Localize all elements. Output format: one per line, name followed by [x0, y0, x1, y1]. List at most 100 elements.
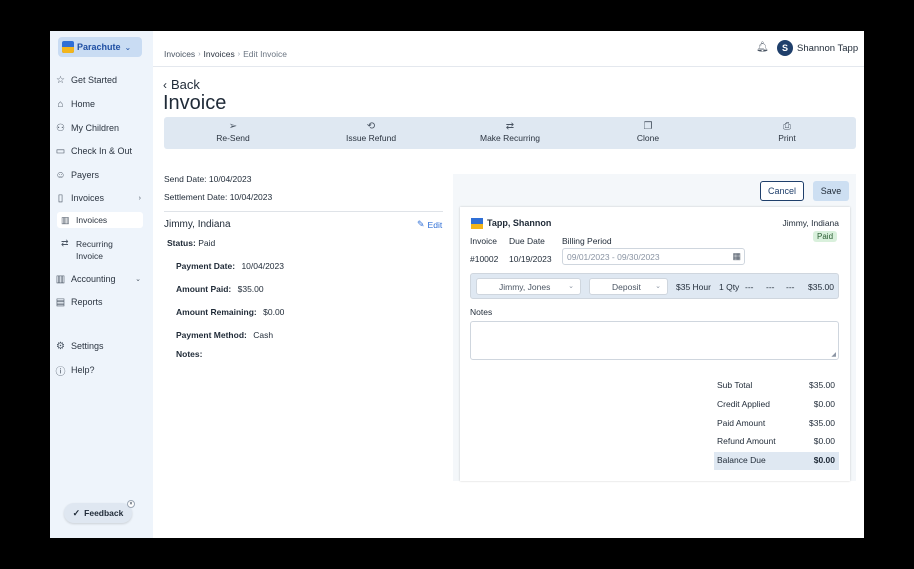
resend-button[interactable]: ➢ Re-Send [183, 120, 283, 146]
refund-icon: ⟲ [366, 121, 376, 132]
amount-paid-value: $35.00 [237, 284, 264, 294]
issue-refund-button[interactable]: ⟲ Issue Refund [321, 120, 421, 146]
clone-icon: ❐ [643, 121, 653, 132]
subtotal-value: $35.00 [809, 380, 835, 390]
breadcrumb-invoices-list[interactable]: Invoices [204, 49, 235, 59]
top-bar: Invoices › Invoices › Edit Invoice 🔔︎ S … [153, 31, 864, 67]
notes-label: Notes: [176, 349, 203, 359]
page-title: Invoice [163, 92, 227, 114]
notes-textarea[interactable]: ◢ [470, 321, 839, 360]
notes-label: Notes [470, 307, 493, 317]
status-value: Paid [198, 238, 216, 248]
chevron-down-icon: ⌄ [655, 283, 661, 290]
edit-button[interactable]: ✎ Edit [417, 219, 442, 230]
save-button[interactable]: Save [813, 181, 849, 201]
sidebar-item-label: Payers [71, 170, 100, 180]
sidebar-item-label: Settings [71, 341, 104, 351]
settlement-date-row: Settlement Date: 10/04/2023 [164, 192, 272, 202]
sidebar-item-settings[interactable]: ⚙ Settings [55, 337, 147, 355]
payment-date-row: Payment Date: 10/04/2023 [176, 261, 284, 271]
user-menu[interactable]: S Shannon Tapp [777, 40, 858, 56]
feedback-label: Feedback [84, 508, 124, 518]
settlement-date-label: Settlement Date: [164, 192, 228, 202]
invoice-icon: ▯ [57, 192, 64, 204]
children-icon: ⚇ [56, 122, 65, 134]
send-date-row: Send Date: 10/04/2023 [164, 174, 251, 184]
back-button[interactable]: ‹ Back [163, 77, 200, 92]
payment-method-value: Cash [253, 330, 274, 340]
line-qty: 1 Qty [719, 282, 740, 292]
billing-period-input[interactable]: 09/01/2023 - 09/30/2023 ▦ [562, 248, 745, 265]
org-switcher[interactable]: Parachute ⌄ [58, 37, 142, 57]
line-blank-1: --- [745, 282, 754, 292]
payment-method-label: Payment Method: [176, 330, 247, 340]
brand-name: Parachute [77, 42, 121, 52]
credit-applied-label: Credit Applied [717, 399, 770, 409]
chart-icon: ▥ [61, 215, 70, 225]
company-name: Tapp, Shannon [487, 218, 552, 228]
paid-amount-value: $35.00 [809, 418, 835, 428]
item-type-select[interactable]: Deposit ⌄ [589, 278, 668, 295]
sidebar-item-accounting[interactable]: ▥ Accounting ⌄ [55, 270, 147, 288]
sidebar-item-payers[interactable]: ☺ Payers [55, 166, 147, 184]
sidebar-subitem-invoices[interactable]: ▥ Invoices [57, 212, 143, 228]
billing-period-placeholder: 09/01/2023 - 09/30/2023 [567, 252, 660, 262]
sidebar-item-get-started[interactable]: ☆ Get Started [55, 71, 147, 89]
amount-remaining-label: Amount Remaining: [176, 307, 257, 317]
cancel-button[interactable]: Cancel [760, 181, 804, 201]
subtotal-label: Sub Total [717, 380, 753, 390]
sidebar-item-check-in-out[interactable]: ▭ Check In & Out [55, 142, 147, 160]
report-icon: ▤ [55, 296, 66, 308]
chevron-down-icon: ⌄ [124, 42, 132, 52]
breadcrumb-invoices[interactable]: Invoices [164, 49, 195, 59]
billing-period-label: Billing Period [562, 236, 612, 246]
star-icon: ☆ [56, 74, 65, 86]
child-select[interactable]: Jimmy, Jones ⌄ [476, 278, 581, 295]
chevron-right-icon: › [138, 194, 141, 202]
breadcrumb: Invoices › Invoices › Edit Invoice [164, 49, 287, 59]
action-bar: ➢ Re-Send ⟲ Issue Refund ⇄ Make Recurrin… [164, 117, 856, 149]
sidebar-item-label: My Children [71, 123, 120, 133]
settlement-date-value: 10/04/2023 [229, 192, 273, 202]
user-icon: ☺ [55, 169, 66, 181]
line-amount: $35.00 [808, 282, 834, 292]
pencil-icon: ✎ [417, 219, 425, 229]
sidebar-item-label: Invoices [71, 193, 105, 203]
home-icon: ⌂ [57, 98, 64, 110]
action-label: Issue Refund [345, 133, 397, 143]
check-icon: ✓ [72, 507, 81, 518]
company-logo-icon [471, 218, 483, 229]
bar-chart-icon: ▥ [55, 273, 66, 285]
send-date-value: 10/04/2023 [208, 174, 252, 184]
line-blank-2: --- [766, 282, 775, 292]
print-button[interactable]: ⎙ Print [737, 120, 837, 146]
sidebar-item-reports[interactable]: ▤ Reports [55, 293, 147, 311]
refund-amount-label: Refund Amount [717, 436, 776, 446]
clone-button[interactable]: ❐ Clone [598, 120, 698, 146]
recurring-icon: ⇄ [505, 121, 515, 132]
bell-icon[interactable]: 🔔︎ [756, 42, 769, 53]
close-icon[interactable]: × [127, 500, 135, 508]
gear-icon: ⚙ [56, 340, 65, 352]
credit-applied-value: $0.00 [813, 399, 835, 409]
chevron-down-icon: ⌄ [135, 276, 141, 283]
sidebar-item-home[interactable]: ⌂ Home [55, 95, 147, 113]
status-row: Status: Paid [167, 238, 215, 248]
due-date-value[interactable]: 10/19/2023 [509, 254, 552, 264]
sidebar-item-help[interactable]: ⓘ Help? [55, 361, 147, 379]
resize-handle-icon[interactable]: ◢ [831, 351, 836, 358]
sidebar-item-my-children[interactable]: ⚇ My Children [55, 119, 147, 137]
amount-paid-row: Amount Paid: $35.00 [176, 284, 264, 294]
back-label: Back [171, 77, 200, 92]
app-frame: Parachute ⌄ ☆ Get Started ⌂ Home ⚇ My Ch… [50, 31, 864, 538]
chevron-right-icon: › [237, 50, 241, 58]
breadcrumb-edit-invoice: Edit Invoice [243, 49, 288, 59]
sidebar-item-invoices[interactable]: ▯ Invoices › [55, 189, 147, 207]
chevron-right-icon: › [198, 50, 201, 58]
calendar-icon[interactable]: ▦ [732, 251, 741, 262]
edit-label: Edit [427, 219, 443, 230]
sidebar-item-label: Get Started [71, 75, 118, 85]
feedback-button[interactable]: ✓ Feedback × [64, 500, 135, 523]
make-recurring-button[interactable]: ⇄ Make Recurring [460, 120, 560, 146]
sidebar-subitem-recurring-invoice[interactable]: ⇄ Recurring Invoice [57, 235, 143, 265]
